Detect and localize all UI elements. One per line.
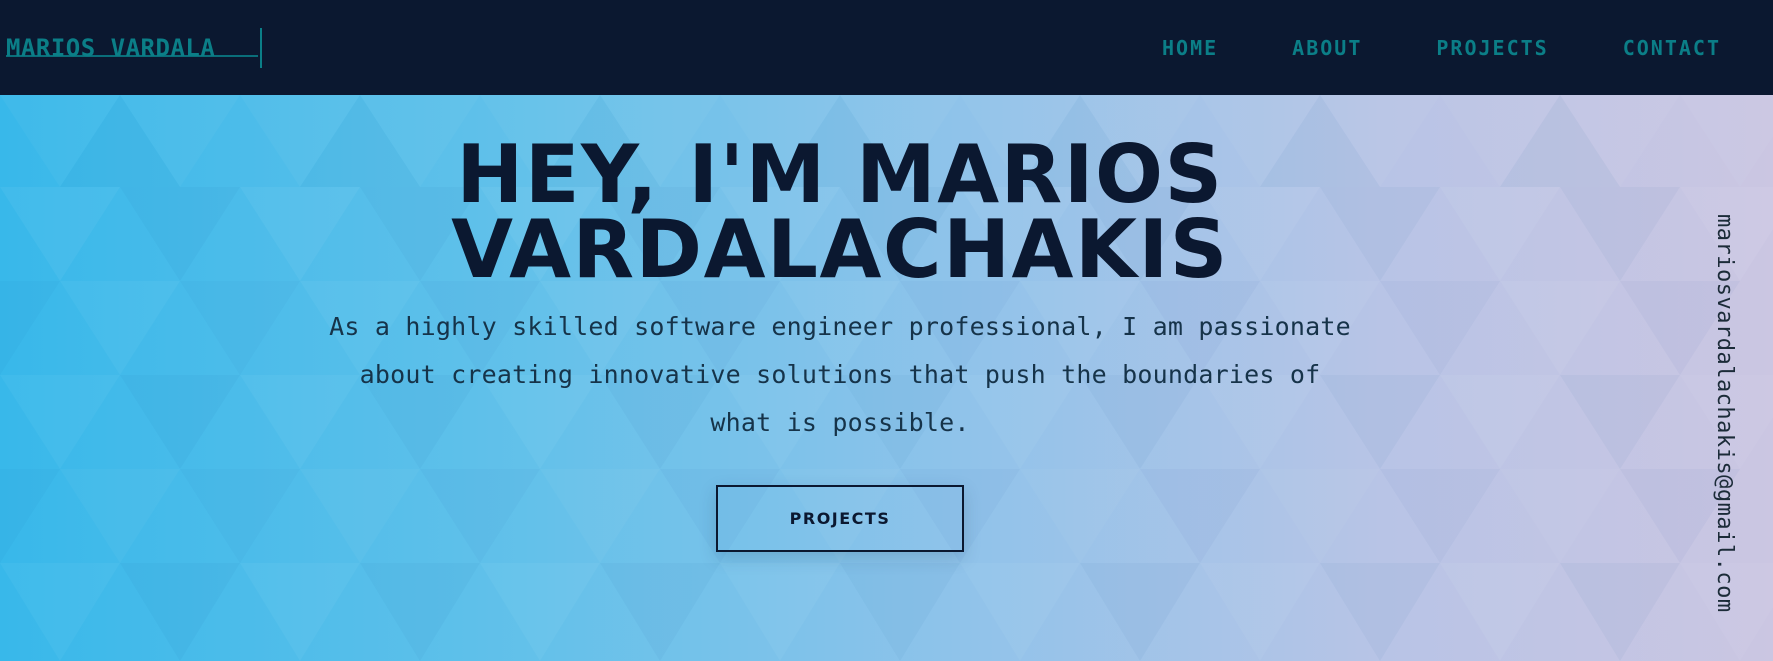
typing-cursor [260, 28, 262, 68]
hero-content: HEY, I'M MARIOS VARDALACHAKIS As a highl… [0, 95, 1773, 661]
projects-button[interactable]: PROJECTS [716, 485, 964, 552]
main-navigation: HOME ABOUT PROJECTS CONTACT [1162, 28, 1721, 68]
site-brand[interactable]: MARIOS VARDALA [6, 28, 262, 68]
nav-about-link[interactable]: ABOUT [1292, 28, 1362, 68]
brand-typed-name[interactable]: MARIOS VARDALA [6, 34, 258, 62]
top-navbar: MARIOS VARDALA HOME ABOUT PROJECTS CONTA… [0, 0, 1773, 95]
hero-title: HEY, I'M MARIOS VARDALACHAKIS [340, 134, 1340, 289]
hero-title-line-2: VARDALACHAKIS [451, 202, 1229, 296]
vertical-email-link[interactable]: mariosvardalachakis@gmail.com [1704, 193, 1744, 633]
hero-description: As a highly skilled software engineer pr… [329, 312, 1351, 437]
portfolio-page: MARIOS VARDALA HOME ABOUT PROJECTS CONTA… [0, 0, 1773, 661]
nav-home-link[interactable]: HOME [1162, 28, 1218, 68]
nav-contact-link[interactable]: CONTACT [1623, 28, 1721, 68]
nav-projects-link[interactable]: PROJECTS [1436, 28, 1548, 68]
hero-section: HEY, I'M MARIOS VARDALACHAKIS As a highl… [0, 95, 1773, 661]
